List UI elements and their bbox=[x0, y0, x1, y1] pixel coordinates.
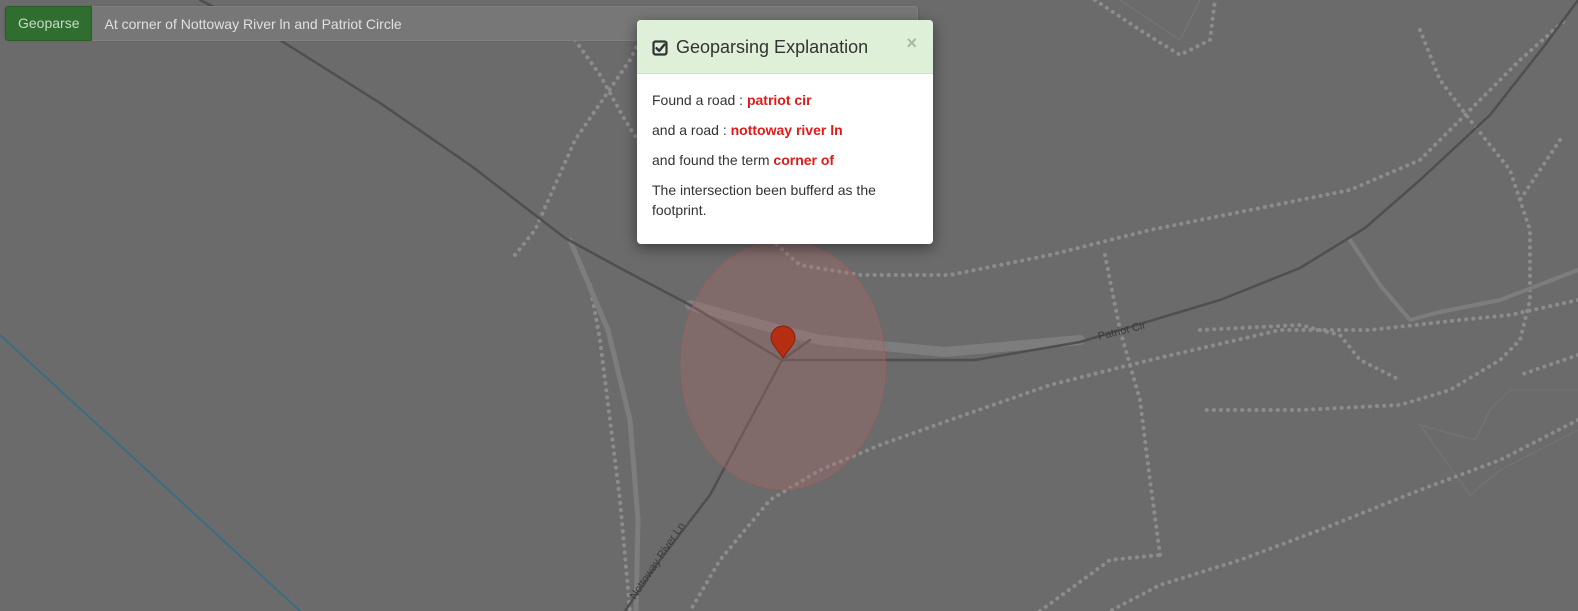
explanation-line: and a road : nottoway river ln bbox=[652, 120, 918, 140]
explanation-footer: The intersection been bufferd as the foo… bbox=[652, 182, 876, 218]
line-prefix: Found a road : bbox=[652, 92, 747, 108]
explanation-line: Found a road : patriot cir bbox=[652, 90, 918, 110]
matched-term: corner of bbox=[773, 152, 835, 168]
line-prefix: and a road : bbox=[652, 122, 731, 138]
modal-header: Geoparsing Explanation × bbox=[637, 20, 933, 74]
buffer-footprint[interactable] bbox=[680, 240, 886, 490]
check-square-icon bbox=[652, 39, 668, 56]
matched-road: patriot cir bbox=[746, 92, 812, 108]
modal-title: Geoparsing Explanation bbox=[652, 37, 868, 58]
close-icon[interactable]: × bbox=[906, 34, 917, 52]
explanation-line: and found the term corner of bbox=[652, 150, 918, 170]
modal-body: Found a road : patriot cir and a road : … bbox=[637, 74, 933, 220]
geoparsing-explanation-modal: Geoparsing Explanation × Found a road : … bbox=[637, 20, 933, 244]
geoparse-button[interactable]: Geoparse bbox=[5, 6, 93, 41]
matched-road: nottoway river ln bbox=[730, 122, 843, 138]
modal-title-text: Geoparsing Explanation bbox=[676, 37, 869, 57]
line-prefix: and found the term bbox=[652, 152, 774, 168]
